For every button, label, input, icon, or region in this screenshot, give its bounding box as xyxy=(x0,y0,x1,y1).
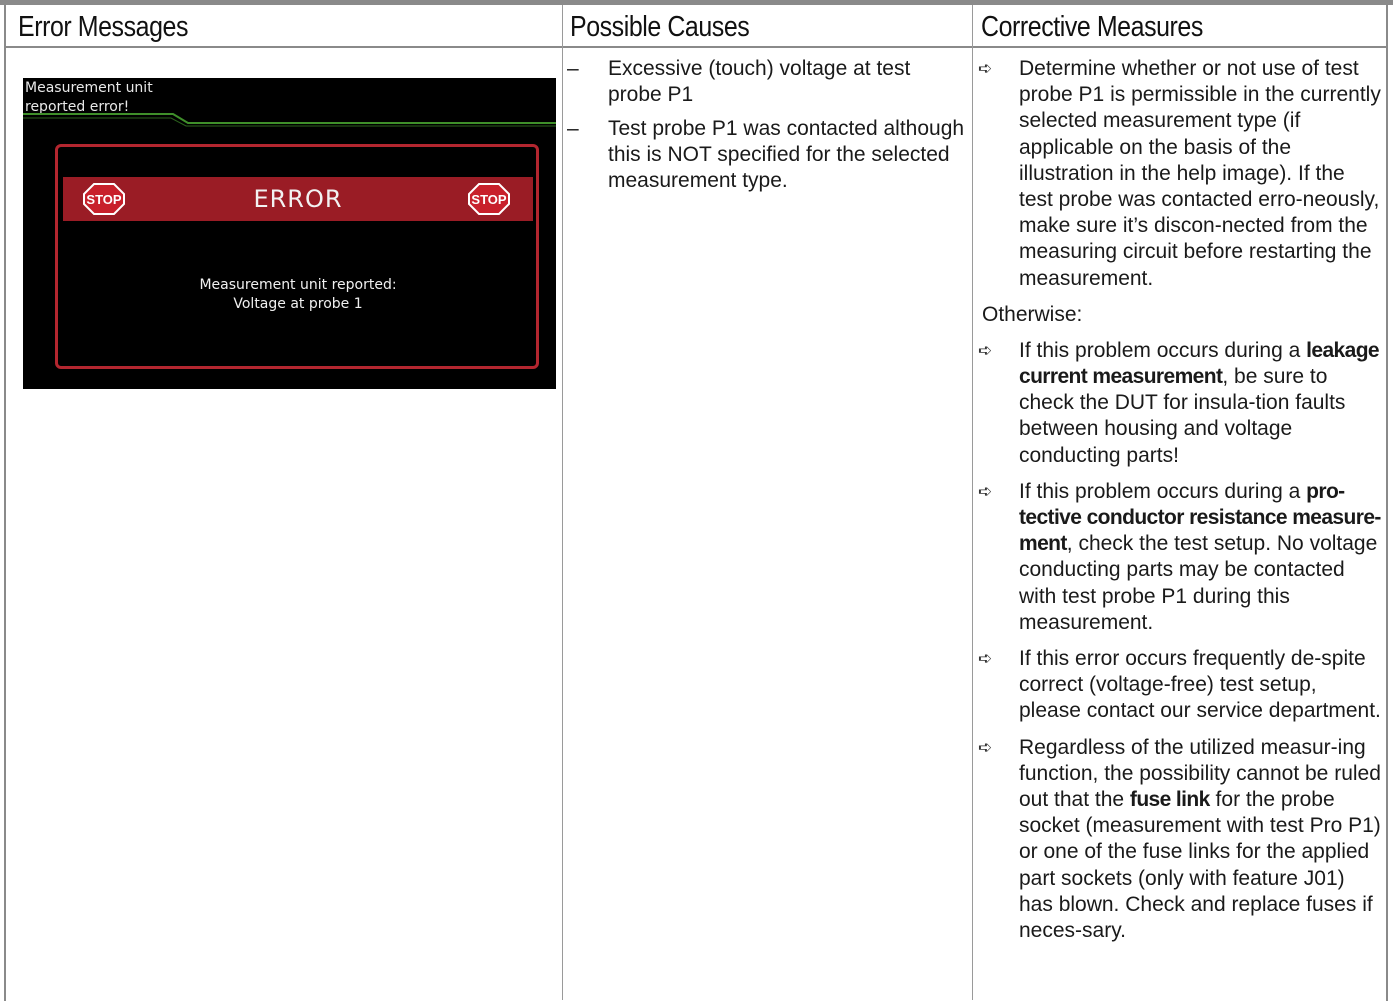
table-header: Error Messages Possible Causes Correctiv… xyxy=(6,5,1386,48)
header-corrective-measures: Corrective Measures xyxy=(981,11,1203,43)
measure-text: If this error occurs frequently de-spite… xyxy=(1019,647,1381,723)
arrow-right-icon: ➪ xyxy=(978,649,993,669)
measure-text: Determine whether or not use of test pro… xyxy=(1019,57,1381,290)
stop-sign-icon: STOP xyxy=(468,183,510,215)
cause-text: Excessive (touch) voltage at test probe … xyxy=(608,57,911,106)
column-divider-1 xyxy=(562,5,563,1000)
arrow-right-icon: ➪ xyxy=(978,340,993,360)
cause-item: – Excessive (touch) voltage at test prob… xyxy=(565,56,965,108)
measure-item: ➪ If this problem occurs during a leakag… xyxy=(978,338,1383,469)
error-message-line-2: Voltage at probe 1 xyxy=(233,296,363,312)
header-possible-causes: Possible Causes xyxy=(570,11,750,43)
measure-text: for the probe socket (measurement with t… xyxy=(1019,788,1381,943)
device-error-screen: Measurement unit reported error! STOP ER… xyxy=(23,78,556,389)
column-divider-2 xyxy=(972,5,973,1000)
cause-item: – Test probe P1 was contacted although t… xyxy=(565,116,965,194)
measure-item: ➪ Determine whether or not use of test p… xyxy=(978,56,1383,292)
possible-causes-list: – Excessive (touch) voltage at test prob… xyxy=(565,56,965,202)
otherwise-label: Otherwise: xyxy=(982,302,1083,326)
arrow-right-icon: ➪ xyxy=(978,59,993,78)
measure-item: ➪ If this error occurs frequently de-spi… xyxy=(978,646,1383,725)
measure-item: ➪ If this problem occurs during a pro-te… xyxy=(978,479,1383,636)
measure-text: If this problem occurs during a xyxy=(1019,338,1307,362)
measure-text: , check the test setup. No voltage condu… xyxy=(1019,532,1378,634)
error-message: Measurement unit reported: Voltage at pr… xyxy=(63,276,533,314)
measure-item: ➪ Regardless of the utilized measur-ing … xyxy=(978,735,1383,945)
measure-text: If this problem occurs during a xyxy=(1019,479,1307,503)
dash-bullet: – xyxy=(567,117,579,140)
dash-bullet: – xyxy=(567,57,579,80)
arrow-right-icon: ➪ xyxy=(978,481,993,501)
corrective-measures-list: ➪ Determine whether or not use of test p… xyxy=(978,56,1383,954)
cause-text: Test probe P1 was contacted although thi… xyxy=(608,117,965,192)
measure-bold-term: fuse link xyxy=(1129,788,1210,812)
arrow-right-icon: ➪ xyxy=(978,737,993,757)
error-title: ERROR xyxy=(253,185,343,213)
header-error-messages: Error Messages xyxy=(18,11,188,43)
error-bar: STOP ERROR STOP xyxy=(63,177,533,221)
stop-label-right: STOP xyxy=(471,192,506,207)
error-message-line-1: Measurement unit reported: xyxy=(199,277,397,293)
